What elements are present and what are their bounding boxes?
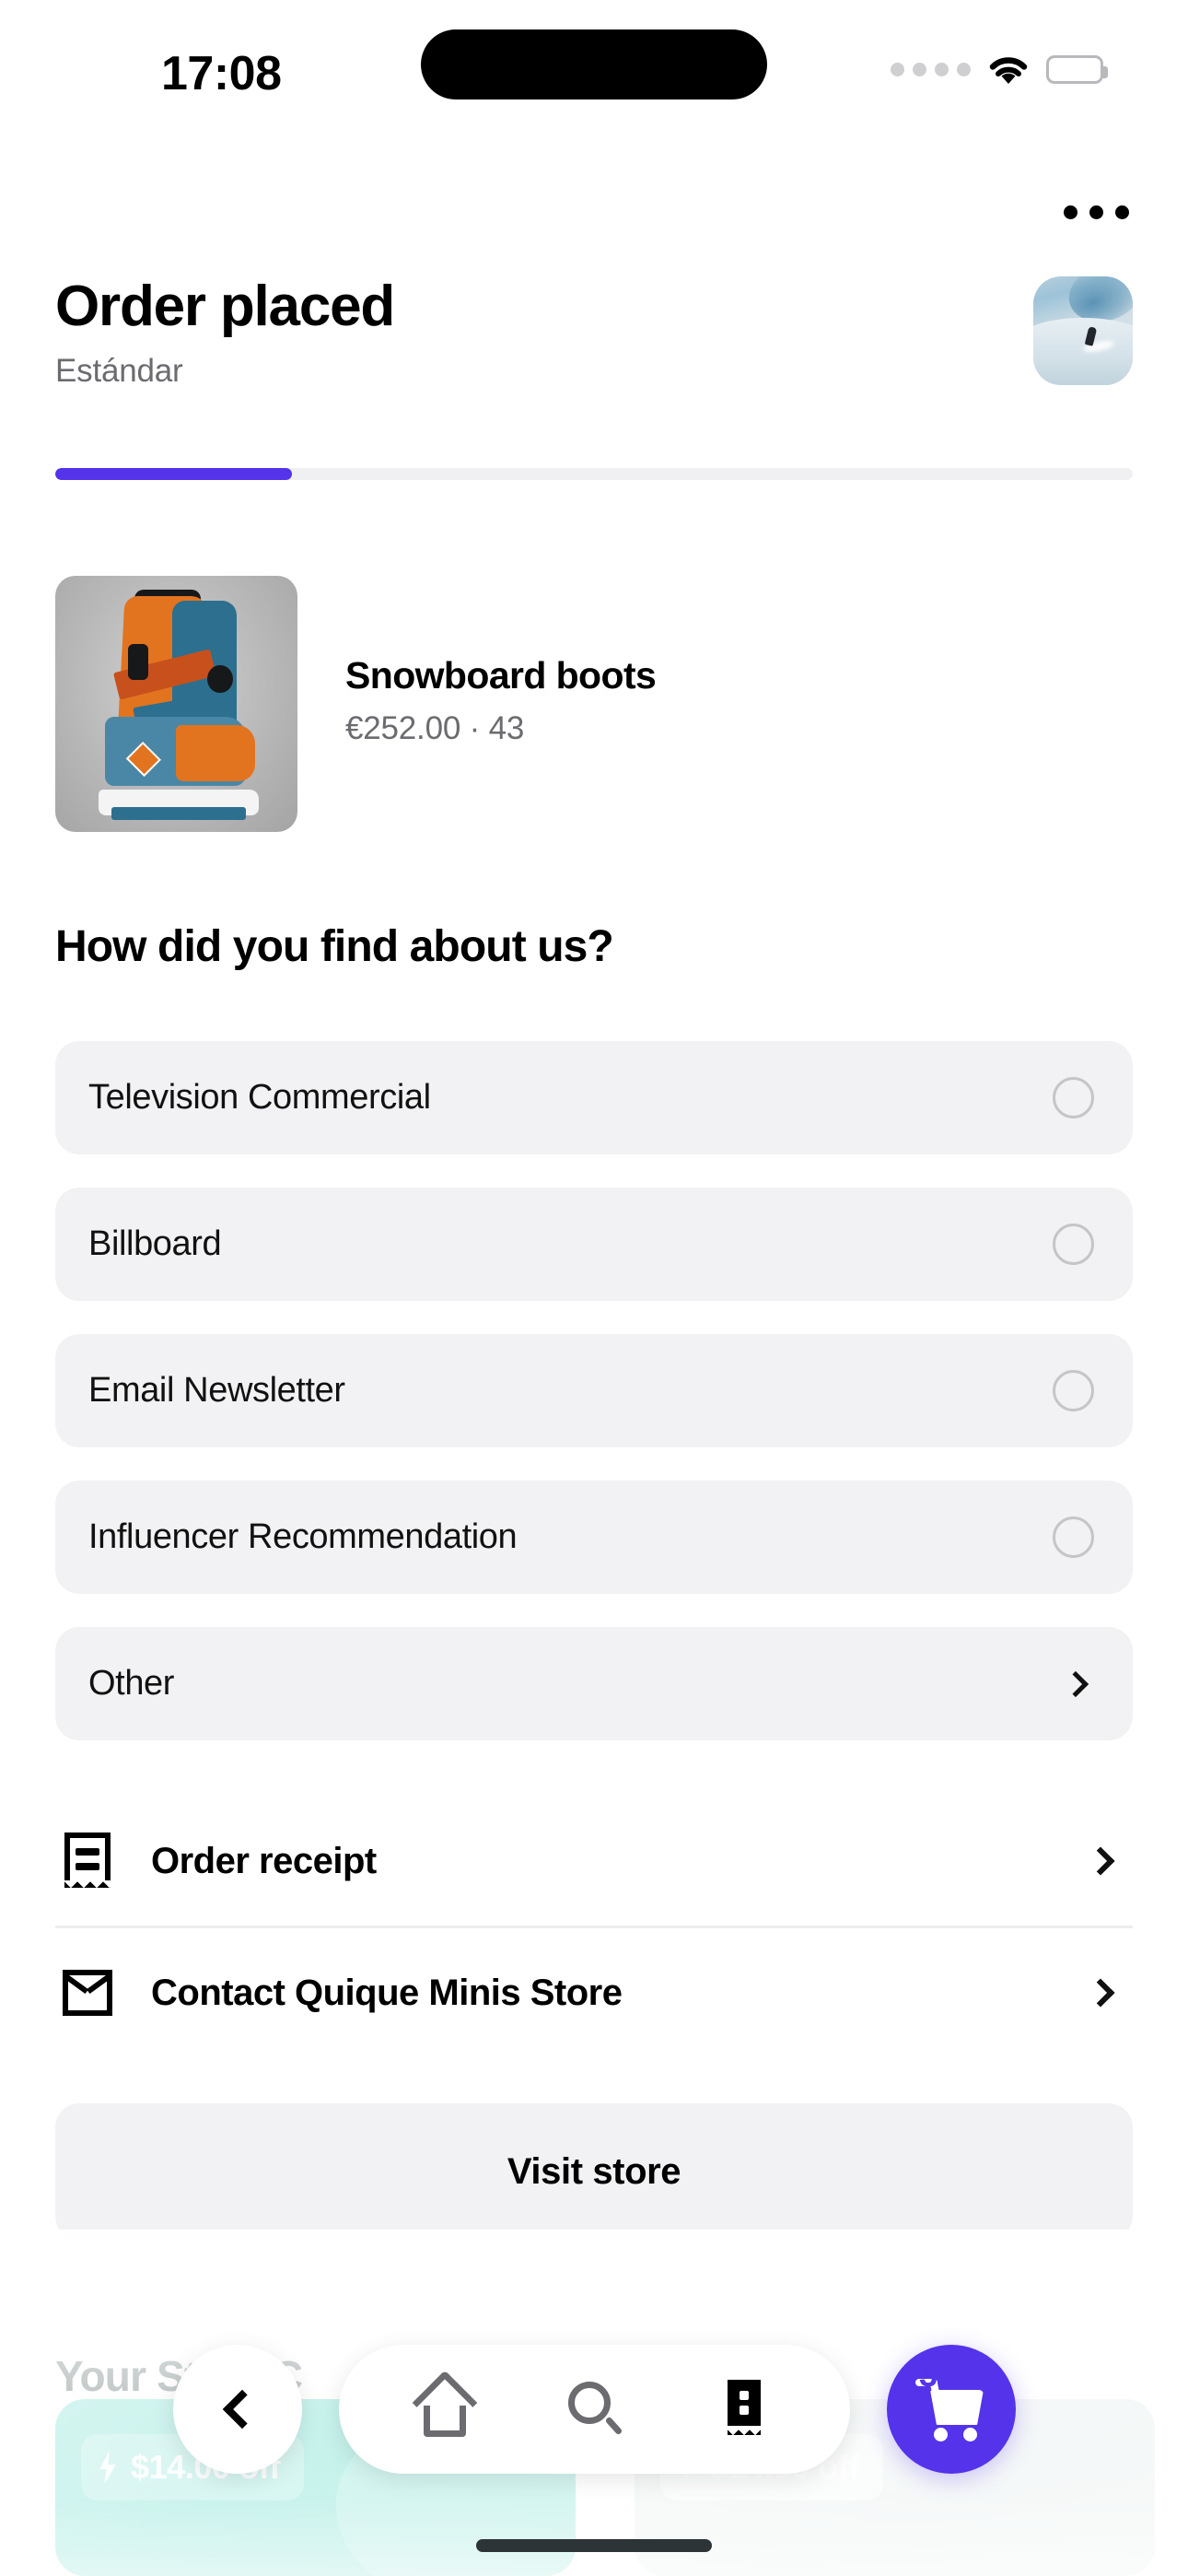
survey-option-television-commercial[interactable]: Television Commercial bbox=[55, 1041, 1133, 1154]
order-hero-snowboarder-image bbox=[1033, 276, 1133, 385]
chevron-left-icon bbox=[222, 2389, 262, 2430]
survey-options-list: Television Commercial Billboard Email Ne… bbox=[55, 1041, 1133, 1774]
receipt-icon bbox=[61, 1832, 114, 1890]
radio-icon[interactable] bbox=[1053, 1370, 1094, 1411]
battery-full-icon bbox=[1046, 54, 1108, 84]
radio-icon[interactable] bbox=[1053, 1077, 1094, 1118]
back-button[interactable] bbox=[173, 2345, 302, 2474]
bolt-icon bbox=[99, 2451, 116, 2484]
shipping-method-label: Estándar bbox=[55, 352, 183, 389]
order-progress-bar bbox=[55, 468, 1133, 480]
survey-option-label: Email Newsletter bbox=[88, 1371, 345, 1410]
chevron-right-icon bbox=[1062, 1670, 1089, 1697]
radio-icon[interactable] bbox=[1053, 1224, 1094, 1265]
order-receipt-row[interactable]: Order receipt bbox=[55, 1797, 1133, 1926]
home-icon[interactable] bbox=[412, 2370, 478, 2442]
search-icon[interactable] bbox=[561, 2376, 627, 2442]
radio-icon[interactable] bbox=[1053, 1516, 1094, 1558]
product-name: Snowboard boots bbox=[345, 653, 657, 697]
survey-option-label: Influencer Recommendation bbox=[88, 1517, 518, 1556]
order-receipt-label: Order receipt bbox=[151, 1840, 377, 1881]
order-status-screen: 17:08 Order placed Estándar Snowboard bo… bbox=[0, 0, 1188, 2576]
dynamic-island bbox=[421, 29, 767, 100]
survey-question: How did you find about us? bbox=[55, 922, 614, 971]
survey-option-email-newsletter[interactable]: Email Newsletter bbox=[55, 1334, 1133, 1447]
mail-icon bbox=[61, 1964, 114, 2021]
signal-dots-icon bbox=[891, 62, 971, 76]
survey-option-billboard[interactable]: Billboard bbox=[55, 1188, 1133, 1301]
contact-store-label: Contact Quique Minis Store bbox=[151, 1972, 623, 2013]
status-bar: 17:08 bbox=[0, 0, 1188, 138]
status-bar-time: 17:08 bbox=[161, 47, 282, 100]
snowboard-boot-image bbox=[55, 576, 297, 832]
status-bar-indicators bbox=[891, 53, 1108, 85]
cart-button[interactable]: 3 bbox=[887, 2345, 1016, 2474]
home-indicator bbox=[476, 2539, 712, 2552]
survey-option-label: Television Commercial bbox=[88, 1078, 431, 1117]
product-price-size: €252.00 · 43 bbox=[345, 709, 525, 746]
more-horizontal-icon[interactable] bbox=[1059, 184, 1133, 240]
order-product-item[interactable]: Snowboard boots €252.00 · 43 bbox=[55, 576, 657, 832]
survey-option-influencer-recommendation[interactable]: Influencer Recommendation bbox=[55, 1481, 1133, 1594]
chevron-right-icon bbox=[1086, 1846, 1115, 1876]
order-header: Order placed Estándar bbox=[55, 275, 1133, 390]
page-title: Order placed bbox=[55, 275, 395, 338]
survey-option-label: Billboard bbox=[88, 1224, 222, 1263]
order-links: Order receipt Contact Quique Minis Store bbox=[55, 1797, 1133, 2057]
contact-store-row[interactable]: Contact Quique Minis Store bbox=[55, 1928, 1133, 2057]
chevron-right-icon bbox=[1086, 1978, 1115, 2008]
bottom-nav-bar bbox=[339, 2345, 850, 2474]
visit-store-button[interactable]: Visit store bbox=[55, 2103, 1133, 2240]
receipt-icon[interactable] bbox=[711, 2376, 777, 2442]
survey-option-other[interactable]: Other bbox=[55, 1627, 1133, 1740]
order-progress-fill bbox=[55, 468, 293, 480]
survey-option-label: Other bbox=[88, 1664, 175, 1703]
wifi-icon bbox=[987, 53, 1030, 85]
cart-badge-count: 3 bbox=[918, 2356, 938, 2394]
